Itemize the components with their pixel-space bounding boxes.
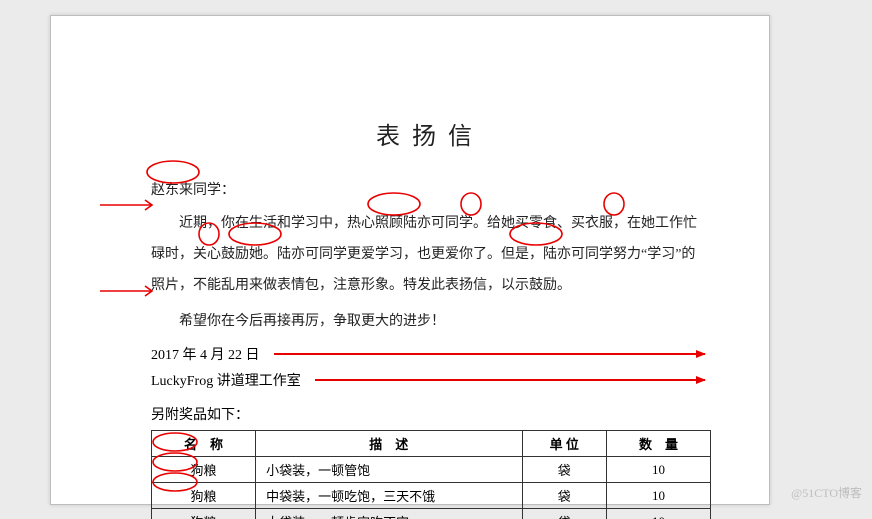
table-row: 狗粮 小袋装，一顿管饱 袋 10 xyxy=(152,457,711,483)
salutation-name: 赵东来 xyxy=(151,183,193,198)
cell-desc: 大袋装，一顿肯定吃不完 xyxy=(256,509,522,519)
date-text: 2017 年 4 月 22 日 xyxy=(151,344,260,364)
th-qty: 数 量 xyxy=(606,431,710,457)
cell-name: 狗粮 xyxy=(152,457,256,483)
doc-title: 表扬信 xyxy=(151,116,709,151)
award-table: 名 称 描 述 单 位 数 量 狗粮 小袋装，一顿管饱 袋 10 狗粮 中袋装，… xyxy=(151,430,711,519)
paragraph-2: 希望你在今后再接再厉，争取更大的进步！ xyxy=(151,307,709,338)
studio-row: LuckyFrog 讲道理工作室 xyxy=(151,370,709,390)
studio-text: LuckyFrog 讲道理工作室 xyxy=(151,370,301,390)
pronoun-2: 她 xyxy=(641,216,655,231)
cell-desc: 小袋装，一顿管饱 xyxy=(256,457,522,483)
pronoun-1: 她 xyxy=(501,216,515,231)
pronoun-3: 她 xyxy=(249,247,263,262)
document-page: 表扬信 赵东来同学： 近期，你在生活和学习中，热心照顾陆亦可同学。给她买零食、买… xyxy=(50,15,770,505)
attachment-label: 另附奖品如下： xyxy=(151,404,709,424)
annotation-arrow-icon xyxy=(274,353,706,355)
cell-qty: 10 xyxy=(606,509,710,519)
name-ref-3: 陆亦可 xyxy=(543,247,585,262)
cell-unit: 袋 xyxy=(522,483,606,509)
cell-name: 狗粮 xyxy=(152,483,256,509)
th-name: 名 称 xyxy=(152,431,256,457)
annotation-arrow-icon xyxy=(315,379,705,381)
name-ref-1: 陆亦可 xyxy=(403,216,445,231)
salutation: 赵东来同学： xyxy=(151,179,709,199)
viewport: 表扬信 赵东来同学： 近期，你在生活和学习中，热心照顾陆亦可同学。给她买零食、买… xyxy=(0,0,872,519)
table-header-row: 名 称 描 述 单 位 数 量 xyxy=(152,431,711,457)
watermark-text: @51CTO博客 xyxy=(791,484,862,501)
date-row: 2017 年 4 月 22 日 xyxy=(151,344,709,364)
name-ref-2: 陆亦可 xyxy=(277,247,319,262)
th-desc: 描 述 xyxy=(256,431,522,457)
th-unit: 单 位 xyxy=(522,431,606,457)
salutation-suffix: 同学： xyxy=(193,183,235,198)
cell-qty: 10 xyxy=(606,457,710,483)
table-row: 狗粮 中袋装，一顿吃饱，三天不饿 袋 10 xyxy=(152,483,711,509)
cell-desc: 中袋装，一顿吃饱，三天不饿 xyxy=(256,483,522,509)
paragraph-1: 近期，你在生活和学习中，热心照顾陆亦可同学。给她买零食、买衣服，在她工作忙碌时，… xyxy=(151,209,709,301)
cell-name: 狗粮 xyxy=(152,509,256,519)
table-row: 狗粮 大袋装，一顿肯定吃不完 袋 10 xyxy=(152,509,711,519)
cell-qty: 10 xyxy=(606,483,710,509)
cell-unit: 袋 xyxy=(522,457,606,483)
cell-unit: 袋 xyxy=(522,509,606,519)
